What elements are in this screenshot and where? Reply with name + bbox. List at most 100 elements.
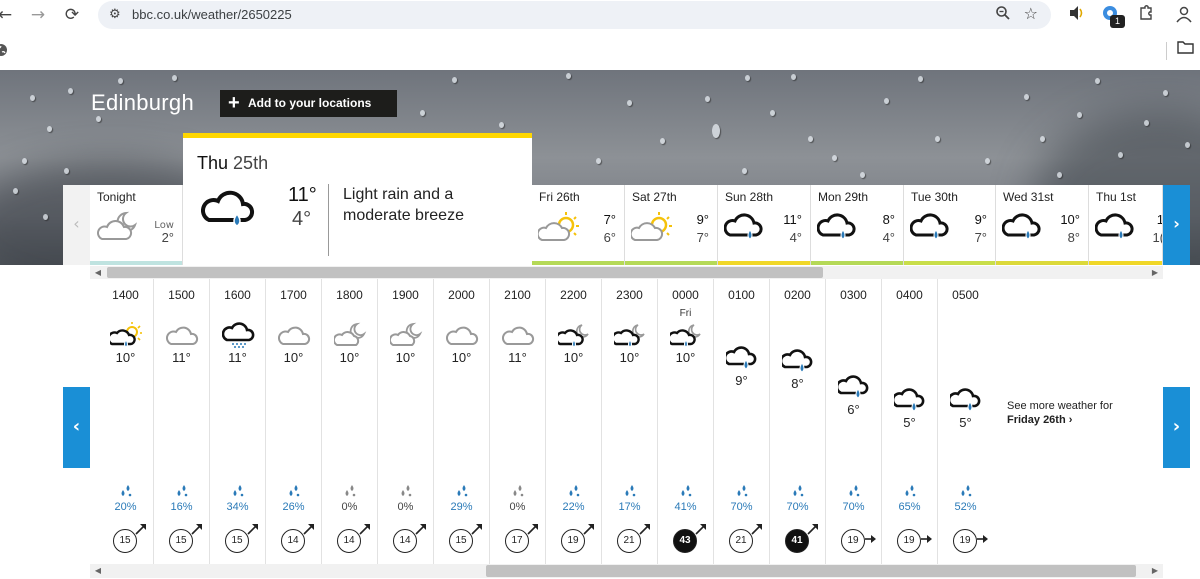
scrollbar-thumb[interactable] — [107, 267, 823, 278]
wind-speed: 14 — [281, 529, 305, 553]
rain-chance: 70% — [842, 501, 865, 513]
address-bar[interactable]: ⚙ bbc.co.uk/weather/2650225 ☆ — [98, 1, 1051, 29]
day-tab-sun[interactable]: Sun 28th 11° 4° — [718, 185, 811, 265]
rain-drops-icon — [681, 485, 692, 497]
wind-speed: 15 — [113, 529, 137, 553]
hour-column[interactable]: 0000 Fri 10° 41% 43 — [658, 279, 714, 564]
cloud-icon — [502, 326, 535, 345]
light-rain-icon — [782, 349, 813, 373]
rain-drops-icon — [401, 485, 412, 497]
back-arrow-icon[interactable]: ← — [0, 4, 16, 26]
bookmark-star-icon[interactable]: ☆ — [1024, 4, 1038, 23]
hour-column[interactable]: 1600 11° 34% 15 — [210, 279, 266, 564]
scroll-left-arrow-icon[interactable]: ◀ — [92, 266, 104, 279]
day-tab-thu-next[interactable]: Thu 1st 1 1( — [1089, 185, 1163, 265]
hour-column[interactable]: 0300 6° 70% 19 — [826, 279, 882, 564]
day-tab-mon[interactable]: Mon 29th 8° 4° — [811, 185, 904, 265]
wind-direction-arrow-icon — [303, 524, 314, 535]
see-more-link[interactable]: See more weather for Friday 26th › — [992, 279, 1163, 564]
globe-icon[interactable] — [0, 43, 8, 61]
see-more-day[interactable]: Friday 26th › — [1007, 414, 1072, 426]
day-name: Mon 29th — [818, 190, 869, 204]
hour-temp: 11° — [172, 350, 191, 365]
hour-column[interactable]: 1500 11° 16% 15 — [154, 279, 210, 564]
scroll-right-arrow-icon[interactable]: ▶ — [1149, 266, 1161, 279]
hourly-scrollbar-bottom[interactable]: ◀ ▶ — [90, 564, 1163, 578]
high-temp: 10° — [1060, 212, 1080, 227]
rain-drops-icon — [569, 485, 580, 497]
wind-direction-arrow-icon — [751, 524, 762, 535]
wind-direction-arrow-icon — [527, 524, 538, 535]
day-tab-wed[interactable]: Wed 31st 10° 8° — [996, 185, 1089, 265]
hourly-scrollbar-top[interactable]: ◀ ▶ — [90, 266, 1163, 279]
daily-prev-button[interactable]: ‹ — [63, 185, 90, 265]
scrollbar-thumb[interactable] — [486, 565, 1136, 577]
hour-column[interactable]: 1400 10° 20% 15 — [98, 279, 154, 564]
cloud-icon — [278, 326, 311, 345]
day-tab-tue[interactable]: Tue 30th 9° 7° — [904, 185, 996, 265]
zoom-icon[interactable] — [995, 5, 1011, 25]
drizzle-icon — [222, 322, 255, 348]
site-info-icon[interactable]: ⚙ — [109, 7, 121, 22]
hour-column[interactable]: 2200 10° 22% 19 — [546, 279, 602, 564]
high-temp: 9° — [696, 212, 709, 227]
hour-column[interactable]: 0200 8° 70% 41 — [770, 279, 826, 564]
hour-column[interactable]: 1800 10° 0% 14 — [322, 279, 378, 564]
rain-drops-icon — [177, 485, 188, 497]
speaker-icon[interactable] — [1068, 5, 1086, 25]
wind-direction-arrow-icon — [639, 524, 650, 535]
address-url[interactable]: bbc.co.uk/weather/2650225 — [132, 7, 292, 22]
light-rain-icon — [838, 375, 869, 399]
add-location-button[interactable]: + Add to your locations — [220, 90, 397, 117]
rain-drops-icon — [849, 485, 860, 497]
wind-direction-arrow-icon — [359, 524, 370, 535]
hour-column[interactable]: 2300 10° 17% 21 — [602, 279, 658, 564]
light-rain-icon — [726, 346, 757, 370]
hour-column[interactable]: 2100 11° 0% 17 — [490, 279, 546, 564]
hour-column[interactable]: 1700 10° 26% 14 — [266, 279, 322, 564]
hourly-next-button[interactable]: › — [1163, 387, 1190, 468]
wind-speed: 21 — [729, 529, 753, 553]
low-temp: 7° — [974, 230, 987, 245]
hour-column[interactable]: 0100 9° 70% 21 — [714, 279, 770, 564]
hour-column[interactable]: 0500 5° 52% 19 — [938, 279, 994, 564]
puzzle-extensions-icon[interactable] — [1138, 5, 1154, 25]
rain-drops-icon — [233, 485, 244, 497]
wind-speed: 41 — [785, 529, 809, 553]
hour-column[interactable]: 2000 10° 29% 15 — [434, 279, 490, 564]
rain-chance: 0% — [397, 501, 414, 513]
hourly-prev-button[interactable]: ‹ — [63, 387, 90, 468]
forward-arrow-icon[interactable]: → — [27, 4, 49, 26]
hour-time: 2200 — [560, 288, 587, 302]
location-title: Edinburgh — [91, 90, 194, 115]
scroll-left-arrow-icon[interactable]: ◀ — [92, 564, 104, 578]
rain-drops-icon — [121, 485, 132, 497]
hour-temp: 10° — [563, 350, 584, 365]
day-tab-tonight[interactable]: Tonight Low 2° — [90, 185, 183, 265]
day-tab-fri[interactable]: Fri 26th 7° 6° — [532, 185, 625, 265]
hour-column[interactable]: 0400 5° 65% 19 — [882, 279, 938, 564]
light-rain-night-icon — [614, 324, 645, 348]
reload-icon[interactable]: ⟳ — [61, 4, 83, 26]
rain-chance: 29% — [450, 501, 473, 513]
hour-temp: 10° — [675, 350, 696, 365]
rain-drops-icon — [961, 485, 972, 497]
hour-temp: 10° — [283, 350, 304, 365]
wind-direction-arrow-icon — [135, 524, 146, 535]
scroll-right-arrow-icon[interactable]: ▶ — [1149, 564, 1161, 578]
bookmark-folder-icon[interactable] — [1177, 40, 1194, 58]
rain-chance: 22% — [562, 501, 585, 513]
hour-time: 1500 — [168, 288, 195, 302]
wind-speed: 14 — [337, 529, 361, 553]
hour-temp: 10° — [451, 350, 472, 365]
rain-chance: 41% — [674, 501, 697, 513]
day-tab-sat[interactable]: Sat 27th 9° 7° — [625, 185, 718, 265]
hour-time: 2100 — [504, 288, 531, 302]
low-temp: 6° — [603, 230, 616, 245]
hour-column[interactable]: 1900 10° 0% 14 — [378, 279, 434, 564]
wind-speed: 15 — [169, 529, 193, 553]
profile-icon[interactable] — [1175, 5, 1193, 27]
hour-time: 1400 — [112, 288, 139, 302]
daily-next-button[interactable]: › — [1163, 185, 1190, 265]
selected-day-card[interactable]: Thu 25th 11° 4° Light rain and a moderat… — [183, 133, 532, 265]
